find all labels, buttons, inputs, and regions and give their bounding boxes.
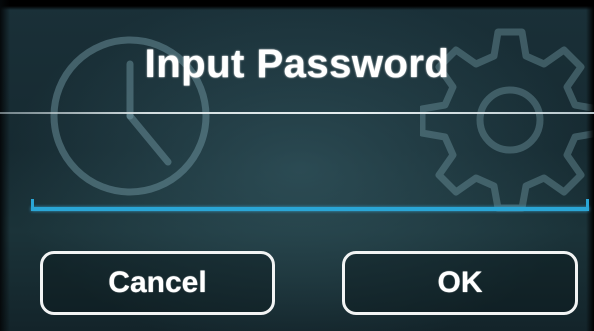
top-bezel: [0, 0, 594, 10]
password-input-underline: [31, 207, 589, 211]
password-input[interactable]: [30, 160, 590, 208]
ok-button[interactable]: OK: [342, 251, 578, 315]
password-dialog-screen: Input Password Cancel OK: [0, 0, 594, 331]
password-input-left-tick: [31, 199, 34, 210]
password-input-right-tick: [586, 199, 589, 210]
title-divider: [0, 112, 594, 114]
dialog-title: Input Password: [144, 42, 450, 86]
cancel-button[interactable]: Cancel: [40, 251, 275, 315]
